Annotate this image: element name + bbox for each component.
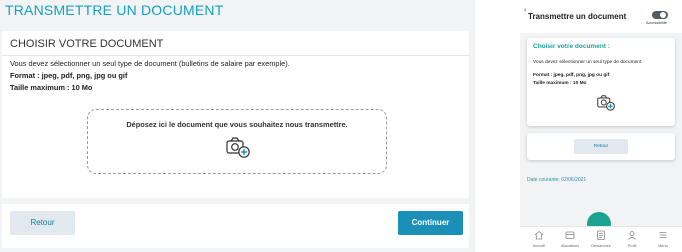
nav-label: Allocations [560,244,580,248]
mobile-format-text: Format : jpeg, pdf, png, jpg ou gif [533,73,610,78]
mobile-size-text: Taille maximum : 10 Mo [533,81,587,86]
dropzone[interactable]: Déposez ici le document que vous souhait… [87,109,387,174]
mobile-document-card: Choisir votre document : Vous devez séle… [527,38,675,126]
mobile-view: ‹ Transmettre un document Accessibilité … [520,0,682,252]
page-title: TRANSMETTRE UN DOCUMENT [5,2,224,18]
card-title: CHOISIR VOTRE DOCUMENT [10,38,164,50]
nav-item-demarches[interactable]: Démarches [587,230,615,252]
home-icon [534,230,544,240]
action-bar: Retour Continuer [2,204,469,248]
continue-button[interactable]: Continuer [398,211,463,235]
description-text: Vous devez sélectionner un seul type de … [10,59,290,68]
nav-label: Démarches [591,244,611,248]
nav-item-accueil[interactable]: Accueil [525,230,553,252]
desktop-view: TRANSMETTRE UN DOCUMENT CHOISIR VOTRE DO… [0,0,475,252]
mobile-back-button[interactable]: Retour [574,139,628,154]
bottom-nav: Accueil Allocations Démarches Profil Men… [520,226,682,252]
toggle-knob [660,12,666,18]
back-arrow-icon[interactable]: ‹ [524,7,526,14]
format-text: Format : jpeg, pdf, png, jpg ou gif [10,71,128,80]
document-card: CHOISIR VOTRE DOCUMENT Vous devez sélect… [2,31,469,198]
mobile-action-card: Retour [527,133,675,160]
divider [2,55,469,56]
demarches-icon [597,230,605,240]
profile-icon [628,231,636,240]
back-button[interactable]: Retour [10,211,75,235]
mobile-card-title: Choisir votre document : [533,43,610,50]
accessibility-toggle[interactable] [652,11,668,19]
dropzone-text: Déposez ici le document que vous souhait… [126,120,348,129]
nav-label: Menu [658,244,668,248]
mobile-description-text: Vous devez sélectionner un seul type de … [533,60,642,65]
accessibility-label: Accessibilité [646,21,667,25]
camera-add-icon[interactable] [597,94,615,111]
menu-icon [659,232,667,238]
size-text: Taille maximum : 10 Mo [10,83,93,92]
mobile-header: ‹ Transmettre un document Accessibilité [520,0,682,33]
current-date: Date courante: 02/06/2021 [527,177,587,183]
allocations-icon [565,231,575,239]
nav-item-allocations[interactable]: Allocations [556,230,584,252]
nav-item-profil[interactable]: Profil [618,230,646,252]
camera-add-icon[interactable] [226,136,250,158]
nav-item-menu[interactable]: Menu [649,230,677,252]
nav-label: Accueil [532,244,546,248]
mobile-page-title: Transmettre un document [528,12,627,21]
nav-label: Profil [627,244,637,248]
